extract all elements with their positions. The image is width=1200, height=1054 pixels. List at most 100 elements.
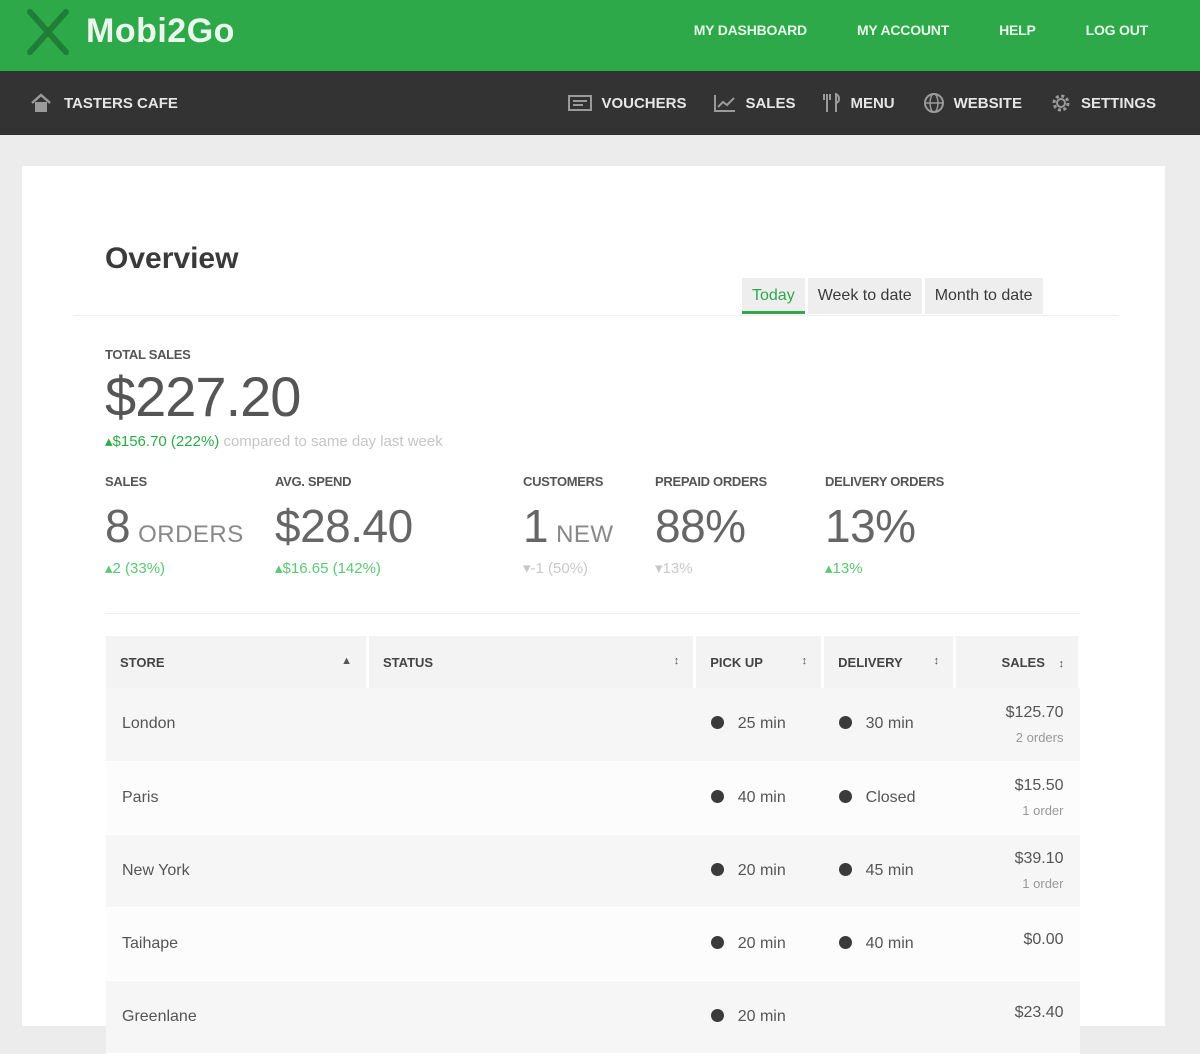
metric-change: ▴2 (33%) (105, 560, 166, 577)
store-name: TASTERS CAFE (64, 94, 178, 112)
nav-website-label: WEBSITE (953, 94, 1022, 112)
pickup-cell: 25 min (694, 688, 823, 762)
table-row[interactable]: London 25 min 30 min $125.70 2 orders (106, 688, 1080, 762)
metric-suffix: ORDERS (138, 521, 244, 548)
delivery-time: 40 min (865, 934, 914, 952)
clock-icon (838, 716, 852, 730)
stores-table: STORE ▲ STATUS ↕ PICK UP ↕ DELIVERY ↕ SALES … (106, 636, 1081, 1054)
pickup-time: 20 min (737, 861, 786, 879)
period-tabs: Today Week to date Month to date (742, 278, 1043, 314)
sales-cell: $23.40 (954, 980, 1080, 1054)
tab-today[interactable]: Today (742, 278, 805, 314)
nav-my-dashboard[interactable]: MY DASHBOARD (694, 22, 807, 38)
metric-label: DELIVERY ORDERS (825, 474, 945, 489)
metric-suffix: NEW (556, 521, 614, 548)
tab-week-to-date[interactable]: Week to date (807, 278, 922, 314)
column-header-delivery[interactable]: DELIVERY ↕ (822, 636, 957, 688)
header-divider (74, 315, 1118, 316)
table-row[interactable]: Greenlane 20 min $23.40 (106, 980, 1080, 1054)
store-cell: Greenlane (106, 980, 368, 1054)
metric-avg-spend: AVG. SPEND $28.40 ▴$16.65 (142%) (275, 474, 413, 577)
store-nav-bar: TASTERS CAFE VOUCHERS SALES MENU WEBSITE… (0, 71, 1200, 135)
metric-label: CUSTOMERS (523, 474, 604, 489)
store-cell: New York (106, 834, 368, 908)
website-globe-icon (923, 93, 944, 113)
store-switcher[interactable]: TASTERS CAFE (30, 71, 178, 135)
nav-my-account[interactable]: MY ACCOUNT (857, 22, 949, 38)
sort-icon: ↕ (673, 654, 680, 667)
table-row[interactable]: Taihape 20 min 40 min $0.00 (106, 907, 1080, 981)
metric-value: $28.40 (275, 500, 413, 552)
metric-label: SALES (105, 474, 147, 489)
nav-website[interactable]: WEBSITE (923, 92, 1022, 114)
nav-log-out[interactable]: LOG OUT (1086, 22, 1149, 38)
table-row[interactable]: New York 20 min 45 min $39.10 1 order (106, 834, 1080, 908)
nav-help[interactable]: HELP (999, 22, 1036, 38)
sales-chart-icon (714, 95, 736, 112)
nav-vouchers[interactable]: VOUCHERS (568, 95, 686, 112)
delivery-time: 30 min (865, 715, 914, 733)
total-sales-value: $227.20 (105, 365, 301, 428)
delivery-cell: Closed (822, 761, 955, 835)
total-sales-change-amount: ▴$156.70 (222%) (105, 433, 220, 450)
sales-amount: $39.10 (1014, 850, 1064, 867)
overview-card: Overview Today Week to date Month to dat… (22, 166, 1165, 1054)
column-header-status[interactable]: STATUS ↕ (367, 636, 697, 688)
status-cell (367, 907, 695, 981)
pickup-time: 20 min (737, 1007, 786, 1025)
nav-menu[interactable]: MENU (823, 93, 895, 113)
nav-sales-label: SALES (745, 94, 796, 112)
delivery-time: Closed (865, 788, 916, 806)
metric-change: ▴13% (825, 560, 863, 577)
nav-settings[interactable]: SETTINGS (1050, 92, 1156, 114)
top-bar: Mobi2Go MY DASHBOARD MY ACCOUNT HELP LOG… (0, 0, 1200, 71)
total-sales-label: TOTAL SALES (105, 347, 191, 362)
column-header-pickup[interactable]: PICK UP ↕ (694, 636, 825, 688)
brand-logo[interactable]: Mobi2Go (86, 12, 235, 51)
sort-icon: ↕ (801, 654, 808, 667)
clock-icon (710, 935, 724, 949)
total-sales-change-note: compared to same day last week (223, 433, 443, 450)
pickup-time: 20 min (737, 934, 786, 952)
tab-month-to-date[interactable]: Month to date (924, 278, 1043, 314)
table-header-row: STORE ▲ STATUS ↕ PICK UP ↕ DELIVERY ↕ SALES … (106, 636, 1081, 688)
sort-icon: ↕ (933, 654, 940, 667)
pickup-cell: 20 min (694, 834, 823, 908)
metric-number: 8 (105, 500, 131, 552)
menu-cutlery-icon (823, 93, 841, 112)
pickup-cell: 40 min (694, 761, 823, 835)
sort-asc-icon: ▲ (341, 654, 353, 667)
clock-icon (838, 935, 852, 949)
metric-customers: CUSTOMERS 1 NEW ▾-1 (50%) (523, 474, 614, 577)
metrics-divider (105, 613, 1080, 614)
metric-delivery-orders: DELIVERY ORDERS 13% ▴13% (825, 474, 944, 577)
sales-amount: $125.70 (1005, 703, 1064, 721)
nav-sales[interactable]: SALES (714, 94, 795, 112)
sales-amount: $15.50 (1014, 777, 1064, 794)
store-cell: London (106, 688, 368, 762)
clock-icon (710, 716, 724, 730)
status-cell (367, 834, 695, 908)
metric-label: AVG. SPEND (275, 474, 352, 489)
column-header-store[interactable]: STORE ▲ (106, 636, 370, 688)
order-count: 1 order (1022, 803, 1064, 818)
nav-settings-label: SETTINGS (1080, 94, 1156, 112)
metric-sales: SALES 8 ORDERS ▴2 (33%) (105, 474, 244, 577)
delivery-cell: 45 min (822, 834, 955, 908)
column-label: SALES (1001, 654, 1045, 670)
metric-value: 13% (825, 500, 916, 552)
delivery-cell: 40 min (822, 907, 955, 981)
pickup-cell: 20 min (694, 980, 823, 1054)
column-header-sales[interactable]: SALES ↕ (954, 636, 1081, 688)
table-row[interactable]: Paris 40 min Closed $15.50 1 order (106, 761, 1080, 835)
sales-amount: $23.40 (1014, 1003, 1064, 1021)
status-cell (367, 980, 695, 1054)
column-label: PICK UP (710, 654, 763, 670)
status-cell (367, 688, 695, 762)
clock-icon (838, 862, 852, 876)
delivery-cell: 30 min (822, 688, 955, 762)
page-title: Overview (105, 242, 239, 275)
metric-change: ▾13% (655, 560, 693, 577)
pickup-time: 40 min (737, 788, 786, 806)
metric-value: 8 ORDERS (105, 499, 244, 553)
